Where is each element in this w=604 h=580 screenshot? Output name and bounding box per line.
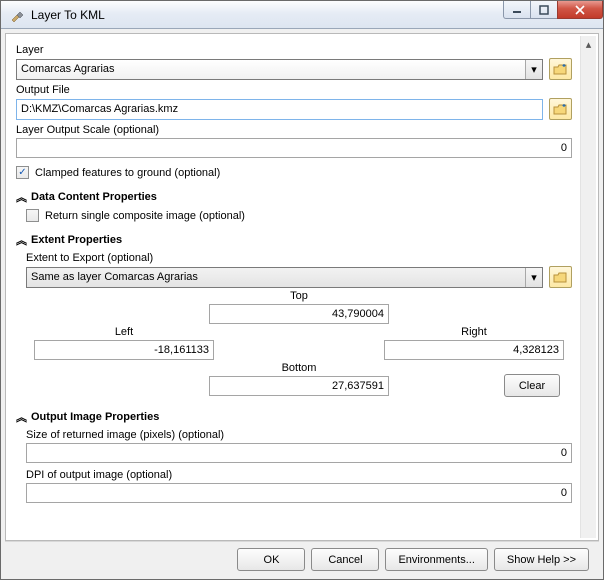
dpi-input[interactable]: 0 — [26, 483, 572, 503]
extent-right-label: Right — [384, 326, 564, 338]
extent-left-input[interactable]: -18,161133 — [34, 340, 214, 360]
extent-left-value: -18,161133 — [154, 344, 209, 356]
size-returned-value: 0 — [561, 447, 567, 459]
minimize-button[interactable] — [503, 1, 531, 19]
close-button[interactable] — [557, 1, 603, 19]
section-data-content[interactable]: ︽ Data Content Properties — [16, 189, 572, 205]
hammer-icon — [9, 7, 25, 23]
dpi-label: DPI of output image (optional) — [26, 469, 572, 481]
app-window: Layer To KML ▴ Layer Comarcas Agrarias ▾ — [0, 0, 604, 580]
extent-to-export-label: Extent to Export (optional) — [26, 252, 572, 264]
clamped-checkbox[interactable]: ✓ — [16, 166, 29, 179]
dpi-value: 0 — [561, 487, 567, 499]
chevron-up-icon: ︽ — [16, 189, 27, 205]
extent-clear-label: Clear — [519, 380, 545, 392]
ok-label: OK — [264, 554, 280, 566]
window-title: Layer To KML — [31, 8, 503, 22]
show-help-label: Show Help >> — [507, 554, 576, 566]
vertical-scrollbar[interactable]: ▴ — [580, 36, 596, 538]
extent-to-export-value: Same as layer Comarcas Agrarias — [31, 271, 198, 283]
section-extent[interactable]: ︽ Extent Properties — [16, 232, 572, 248]
extent-bottom-label: Bottom — [209, 362, 389, 374]
maximize-button[interactable] — [530, 1, 558, 19]
form-panel: ▴ Layer Comarcas Agrarias ▾ Output File — [5, 33, 599, 541]
section-extent-label: Extent Properties — [31, 234, 122, 246]
extent-bottom-input[interactable]: 27,637591 — [209, 376, 389, 396]
output-file-input[interactable]: D:\KMZ\Comarcas Agrarias.kmz — [16, 99, 543, 120]
folder-open-icon — [553, 103, 568, 116]
section-output-image-label: Output Image Properties — [31, 411, 159, 423]
folder-open-icon — [553, 63, 568, 76]
extent-left-label: Left — [34, 326, 214, 338]
extent-clear-button[interactable]: Clear — [504, 374, 560, 397]
client-area: ▴ Layer Comarcas Agrarias ▾ Output File — [1, 29, 603, 579]
layer-label: Layer — [16, 44, 572, 56]
size-returned-input[interactable]: 0 — [26, 443, 572, 463]
layer-output-scale-label: Layer Output Scale (optional) — [16, 124, 572, 136]
ok-button[interactable]: OK — [237, 548, 305, 571]
extent-right-value: 4,328123 — [513, 344, 559, 356]
section-output-image[interactable]: ︽ Output Image Properties — [16, 409, 572, 425]
extent-top-value: 43,790004 — [332, 308, 384, 320]
titlebar[interactable]: Layer To KML — [1, 1, 603, 29]
return-composite-checkbox[interactable] — [26, 209, 39, 222]
extent-bottom-value: 27,637591 — [332, 380, 384, 392]
dialog-footer: OK Cancel Environments... Show Help >> — [5, 541, 599, 577]
extent-browse-button[interactable] — [549, 266, 572, 288]
chevron-up-icon: ︽ — [16, 409, 27, 425]
extent-to-export-select[interactable]: Same as layer Comarcas Agrarias ▾ — [26, 267, 543, 288]
extent-top-label: Top — [209, 290, 389, 302]
chevron-down-icon: ▾ — [525, 268, 542, 287]
layer-output-scale-input[interactable]: 0 — [16, 138, 572, 158]
section-data-content-label: Data Content Properties — [31, 191, 157, 203]
environments-label: Environments... — [398, 554, 474, 566]
size-returned-label: Size of returned image (pixels) (optiona… — [26, 429, 572, 441]
layer-browse-button[interactable] — [549, 58, 572, 80]
output-file-value: D:\KMZ\Comarcas Agrarias.kmz — [21, 103, 178, 115]
chevron-up-icon: ︽ — [16, 232, 27, 248]
clamped-label: Clamped features to ground (optional) — [35, 167, 220, 179]
cancel-label: Cancel — [328, 554, 362, 566]
output-file-browse-button[interactable] — [549, 98, 572, 120]
layer-select-value: Comarcas Agrarias — [21, 63, 115, 75]
output-file-label: Output File — [16, 84, 572, 96]
return-composite-label: Return single composite image (optional) — [45, 210, 245, 222]
cancel-button[interactable]: Cancel — [311, 548, 379, 571]
environments-button[interactable]: Environments... — [385, 548, 487, 571]
scroll-up-icon[interactable]: ▴ — [581, 36, 596, 52]
show-help-button[interactable]: Show Help >> — [494, 548, 589, 571]
chevron-down-icon: ▾ — [525, 60, 542, 79]
extent-top-input[interactable]: 43,790004 — [209, 304, 389, 324]
window-buttons — [503, 1, 603, 28]
layer-output-scale-value: 0 — [561, 142, 567, 154]
extent-right-input[interactable]: 4,328123 — [384, 340, 564, 360]
layer-select[interactable]: Comarcas Agrarias ▾ — [16, 59, 543, 80]
folder-open-icon — [553, 271, 568, 284]
